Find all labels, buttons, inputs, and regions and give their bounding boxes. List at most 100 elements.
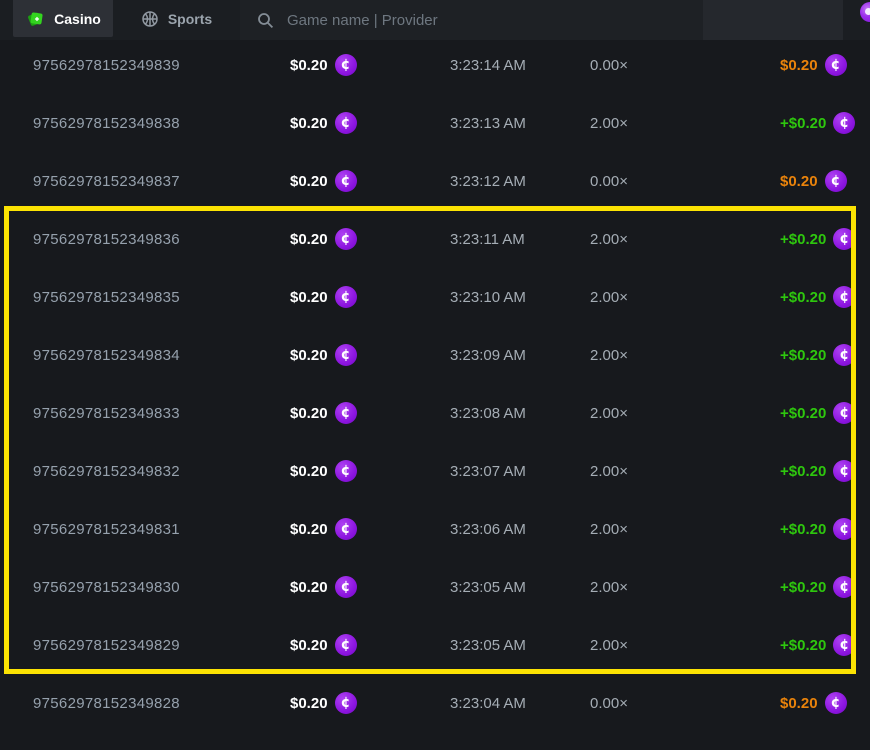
payout-text: +$0.20 — [780, 405, 826, 422]
bet-multiplier: 2.00× — [590, 521, 780, 538]
bet-id: 97562978152349839 — [33, 57, 290, 74]
table-row[interactable]: 97562978152349833 $0.20¢ 3:23:08 AM 2.00… — [0, 384, 870, 442]
bet-multiplier: 2.00× — [590, 463, 780, 480]
bet-payout: +$0.20¢ — [780, 228, 855, 250]
bet-time: 3:23:04 AM — [450, 695, 590, 712]
payout-text: $0.20 — [780, 695, 818, 712]
notification-bubble-icon[interactable] — [860, 2, 870, 22]
coin-icon: ¢ — [825, 54, 847, 76]
coin-icon: ¢ — [335, 634, 357, 656]
bet-amount: $0.20 ¢ — [290, 54, 450, 76]
table-row[interactable]: 97562978152349831 $0.20¢ 3:23:06 AM 2.00… — [0, 500, 870, 558]
bet-multiplier: 2.00× — [590, 289, 780, 306]
bet-id: 97562978152349830 — [33, 579, 290, 596]
bet-amount: $0.20¢ — [290, 170, 450, 192]
bet-time: 3:23:14 AM — [450, 57, 590, 74]
bet-amount-text: $0.20 — [290, 521, 328, 538]
bet-payout: +$0.20 ¢ — [780, 344, 855, 366]
bet-amount: $0.20¢ — [290, 286, 450, 308]
bet-payout: +$0.20¢ — [780, 576, 855, 598]
search-bar[interactable] — [240, 0, 703, 40]
bet-id: 97562978152349834 — [33, 347, 290, 364]
bet-time: 3:23:06 AM — [450, 521, 590, 538]
payout-text: +$0.20 — [780, 347, 826, 364]
sports-ball-icon — [141, 10, 159, 28]
bet-time: 3:23:05 AM — [450, 637, 590, 654]
table-row[interactable]: 97562978152349838 $0.20¢ 3:23:13 AM 2.00… — [0, 94, 870, 152]
bet-payout: +$0.20¢ — [780, 518, 855, 540]
bet-amount: $0.20¢ — [290, 576, 450, 598]
bet-payout: +$0.20¢ — [780, 286, 855, 308]
bet-id: 97562978152349836 — [33, 231, 290, 248]
search-input[interactable] — [285, 11, 669, 30]
bet-amount-text: $0.20 — [290, 637, 328, 654]
coin-icon: ¢ — [833, 576, 855, 598]
table-row[interactable]: 97562978152349829 $0.20¢ 3:23:05 AM 2.00… — [0, 616, 870, 674]
table-row[interactable]: 97562978152349837 $0.20¢ 3:23:12 AM 0.00… — [0, 152, 870, 210]
coin-icon: ¢ — [833, 344, 855, 366]
search-icon — [257, 12, 274, 29]
coin-icon: ¢ — [335, 692, 357, 714]
bet-multiplier: 2.00× — [590, 347, 780, 364]
coin-icon: ¢ — [335, 402, 357, 424]
bet-amount-text: $0.20 — [290, 463, 328, 480]
tab-sports[interactable]: Sports — [113, 0, 240, 37]
bet-history-table: 97562978152349839 $0.20 ¢ 3:23:14 AM 0.00… — [0, 36, 870, 732]
top-nav: Casino Sports — [0, 0, 870, 40]
bet-payout: $0.20¢ — [780, 170, 847, 192]
payout-text: $0.20 — [780, 57, 818, 74]
coin-icon: ¢ — [335, 54, 357, 76]
bet-time: 3:23:11 AM — [450, 231, 590, 248]
coin-icon: ¢ — [833, 402, 855, 424]
coin-icon: ¢ — [335, 286, 357, 308]
bet-amount: $0.20 ¢ — [290, 518, 450, 540]
casino-cards-icon — [25, 9, 45, 29]
bet-amount-text: $0.20 — [290, 231, 328, 248]
bet-amount-text: $0.20 — [290, 57, 328, 74]
table-row[interactable]: 97562978152349830 $0.20¢ 3:23:05 AM 2.00… — [0, 558, 870, 616]
tab-casino[interactable]: Casino — [13, 0, 113, 37]
table-row[interactable]: 97562978152349836 $0.20¢ 3:23:11 AM 2.00… — [0, 210, 870, 268]
tab-casino-label: Casino — [54, 11, 101, 27]
payout-text: +$0.20 — [780, 463, 826, 480]
bet-multiplier: 2.00× — [590, 579, 780, 596]
tab-sports-label: Sports — [168, 11, 212, 27]
bet-amount: $0.20 ¢ — [290, 344, 450, 366]
payout-text: $0.20 — [780, 173, 818, 190]
table-row[interactable]: 97562978152349834 $0.20 ¢ 3:23:09 AM 2.00… — [0, 326, 870, 384]
bet-payout: +$0.20 ¢ — [780, 112, 855, 134]
coin-icon: ¢ — [833, 460, 855, 482]
table-row[interactable]: 97562978152349835 $0.20¢ 3:23:10 AM 2.00… — [0, 268, 870, 326]
bet-id: 97562978152349833 — [33, 405, 290, 422]
bet-amount-text: $0.20 — [290, 115, 328, 132]
bet-payout: $0.20 ¢ — [780, 54, 847, 76]
table-row[interactable]: 97562978152349832 $0.20¢ 3:23:07 AM 2.00… — [0, 442, 870, 500]
bet-time: 3:23:10 AM — [450, 289, 590, 306]
bet-amount-text: $0.20 — [290, 695, 328, 712]
coin-icon: ¢ — [335, 170, 357, 192]
table-row[interactable]: 97562978152349828 $0.20¢ 3:23:04 AM 0.00… — [0, 674, 870, 732]
payout-text: +$0.20 — [780, 231, 826, 248]
bet-time: 3:23:09 AM — [450, 347, 590, 364]
bet-payout: +$0.20 ¢ — [780, 634, 855, 656]
bet-amount: $0.20¢ — [290, 228, 450, 250]
bet-multiplier: 0.00× — [590, 57, 780, 74]
bet-time: 3:23:13 AM — [450, 115, 590, 132]
bet-id: 97562978152349835 — [33, 289, 290, 306]
coin-icon: ¢ — [833, 112, 855, 134]
bet-id: 97562978152349829 — [33, 637, 290, 654]
bet-id: 97562978152349828 — [33, 695, 290, 712]
bet-amount: $0.20¢ — [290, 112, 450, 134]
payout-text: +$0.20 — [780, 289, 826, 306]
payout-text: +$0.20 — [780, 115, 826, 132]
bet-amount: $0.20 ¢ — [290, 402, 450, 424]
payout-text: +$0.20 — [780, 637, 826, 654]
bet-payout: $0.20¢ — [780, 692, 847, 714]
payout-text: +$0.20 — [780, 521, 826, 538]
bet-amount-text: $0.20 — [290, 347, 328, 364]
bet-amount-text: $0.20 — [290, 405, 328, 422]
coin-icon: ¢ — [335, 518, 357, 540]
coin-icon: ¢ — [833, 634, 855, 656]
coin-icon: ¢ — [335, 344, 357, 366]
table-row[interactable]: 97562978152349839 $0.20 ¢ 3:23:14 AM 0.00… — [0, 36, 870, 94]
